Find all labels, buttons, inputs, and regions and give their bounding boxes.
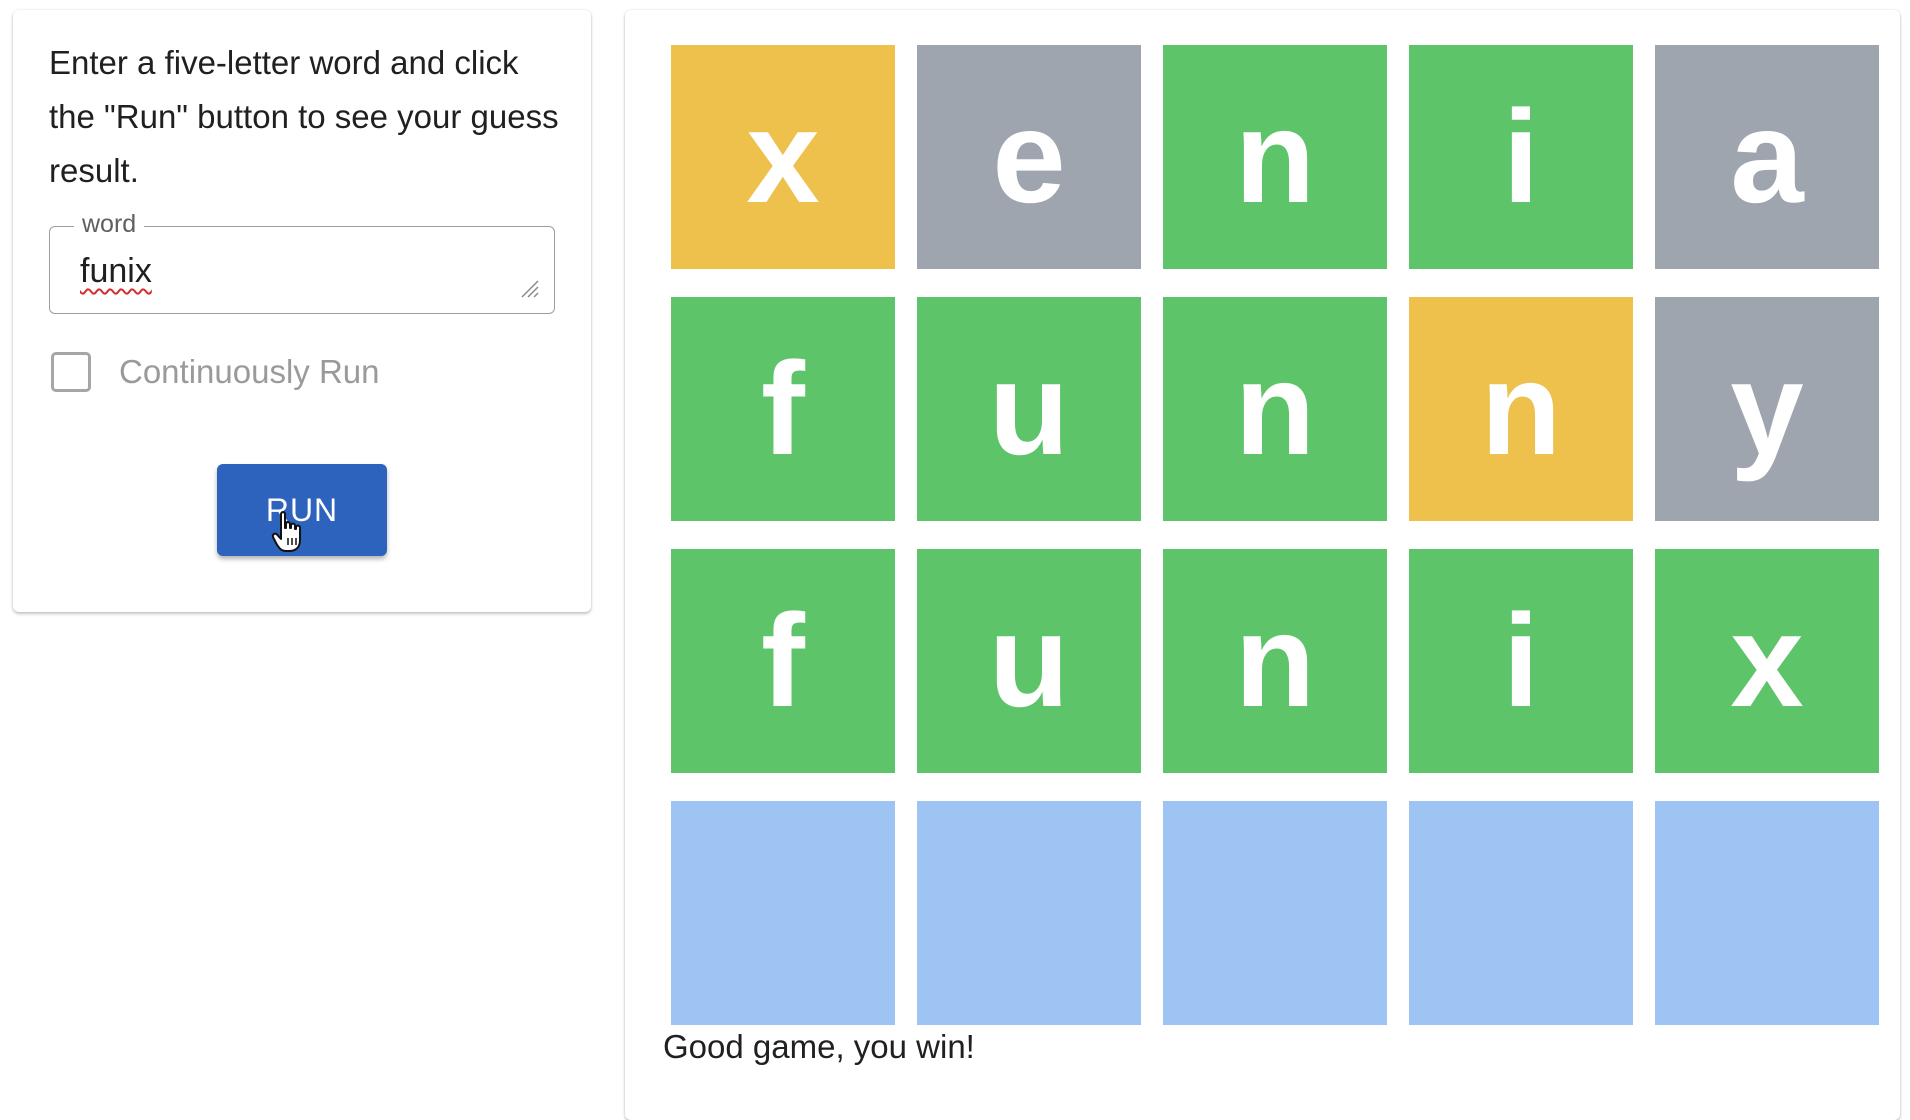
board-row <box>671 801 1879 1025</box>
game-result-message: Good game, you win! <box>663 1028 975 1065</box>
letter-tile: i <box>1409 45 1633 269</box>
letter-tile: e <box>917 45 1141 269</box>
continuous-run-label[interactable]: Continuously Run <box>119 353 380 391</box>
letter-tile: i <box>1409 549 1633 773</box>
empty-tile <box>1163 801 1387 1025</box>
game-panel: x e n i a f u n n y f u n i x Good game, <box>625 10 1900 1120</box>
letter-tile: f <box>671 297 895 521</box>
letter-tile: f <box>671 549 895 773</box>
letter-tile: a <box>1655 45 1879 269</box>
empty-tile <box>1409 801 1633 1025</box>
letter-tile: n <box>1163 297 1387 521</box>
letter-tile: n <box>1163 549 1387 773</box>
word-input-value[interactable]: funix <box>80 251 152 291</box>
board-row: x e n i a <box>671 45 1879 269</box>
empty-tile <box>671 801 895 1025</box>
empty-tile <box>1655 801 1879 1025</box>
continuous-run-option[interactable]: Continuously Run <box>51 350 380 394</box>
word-field-label: word <box>74 209 145 239</box>
board-row: f u n n y <box>671 297 1879 521</box>
letter-tile: y <box>1655 297 1879 521</box>
board-row: f u n i x <box>671 549 1879 773</box>
controls-panel: Enter a five-letter word and click the "… <box>13 10 591 612</box>
word-input-field[interactable]: word funix <box>49 209 555 314</box>
letter-tile: n <box>1409 297 1633 521</box>
letter-tile: u <box>917 297 1141 521</box>
letter-tile: x <box>671 45 895 269</box>
hand-pointer-cursor-icon <box>271 511 301 552</box>
letter-tile: u <box>917 549 1141 773</box>
letter-tile: x <box>1655 549 1879 773</box>
continuous-run-checkbox[interactable] <box>51 352 91 392</box>
empty-tile <box>917 801 1141 1025</box>
instructions-text: Enter a five-letter word and click the "… <box>49 44 559 189</box>
resize-grip-icon[interactable] <box>518 277 540 299</box>
letter-tile: n <box>1163 45 1387 269</box>
game-board: x e n i a f u n n y f u n i x <box>671 45 1879 1053</box>
